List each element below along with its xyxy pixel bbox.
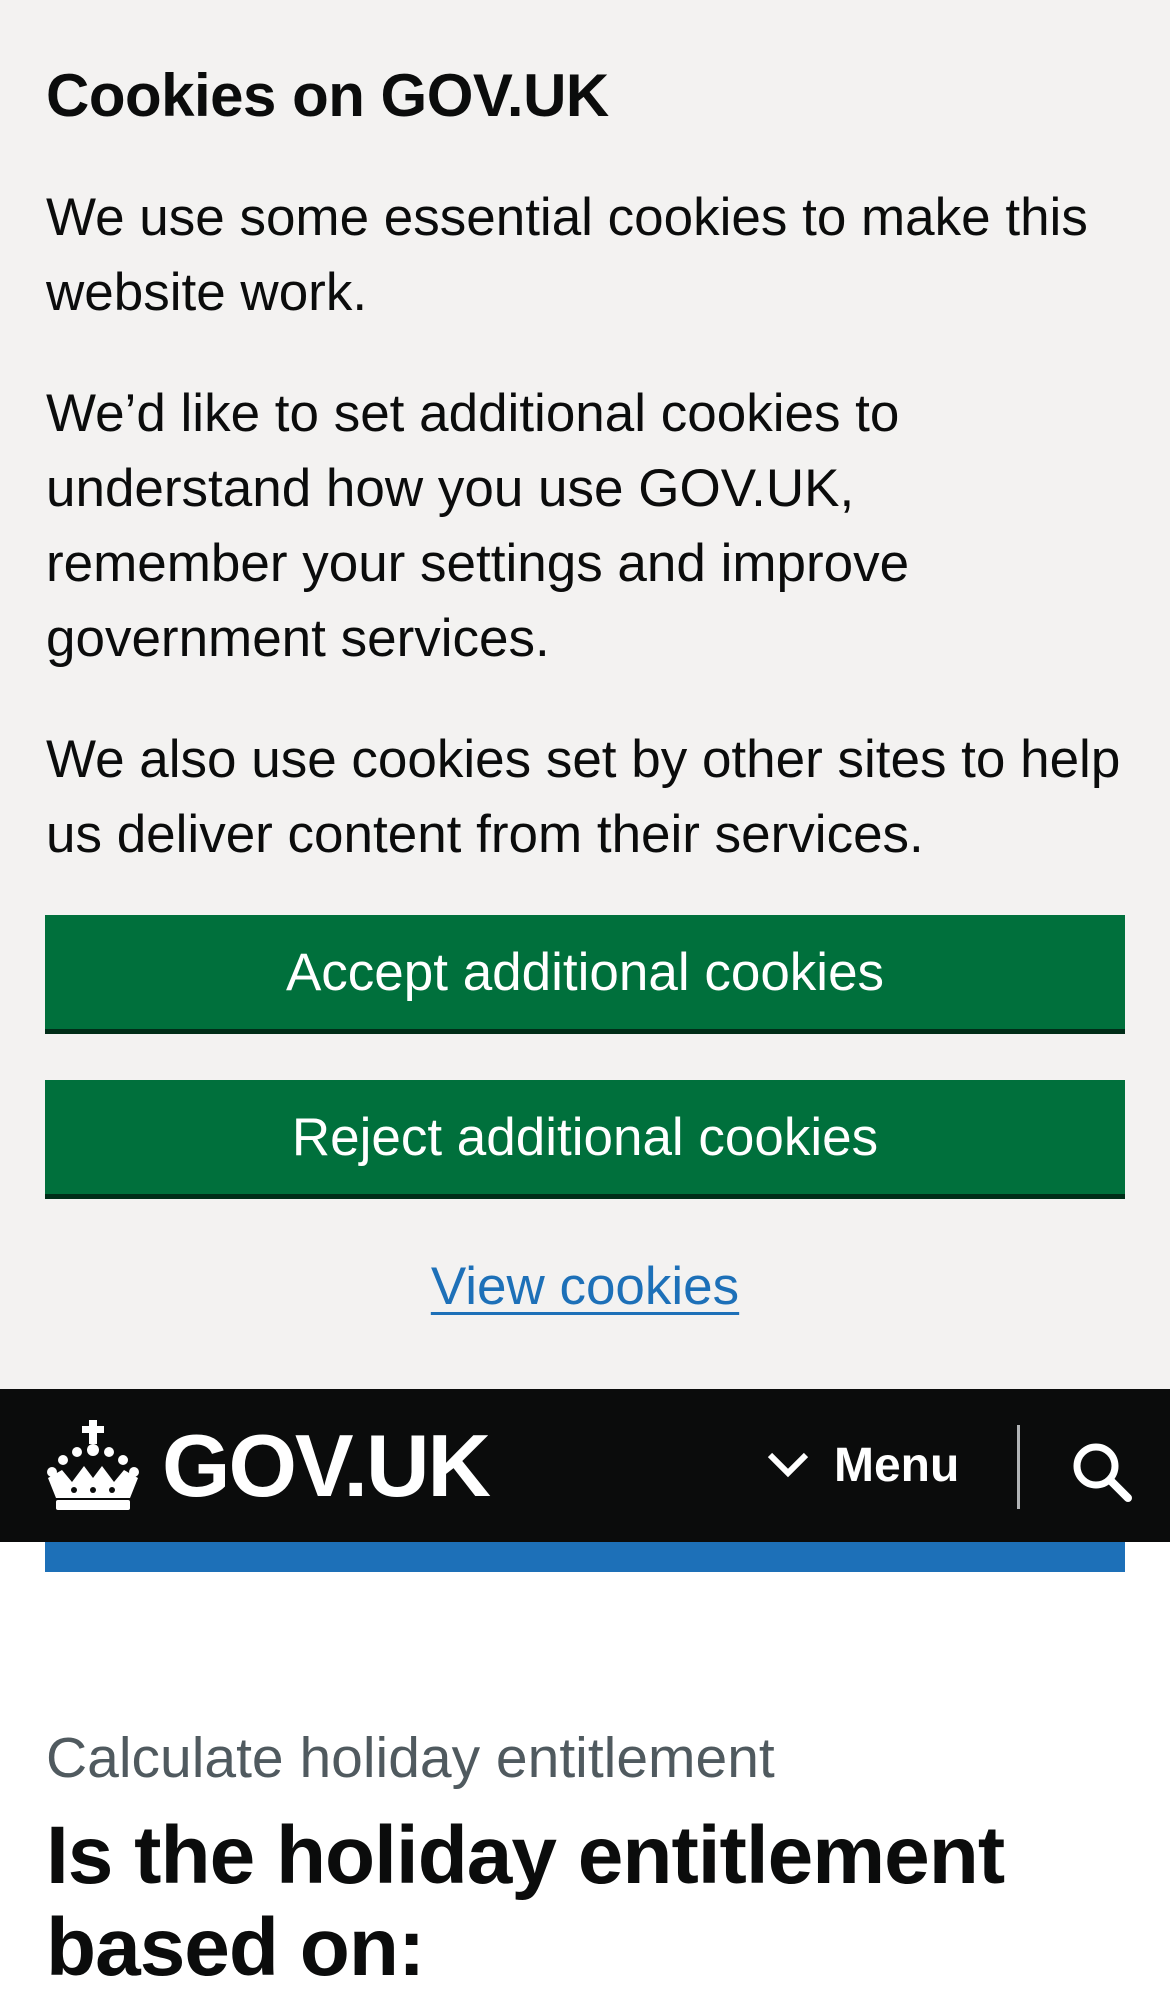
logo-text: GOV.UK xyxy=(162,1416,491,1515)
page-title: Is the holiday entitlement based on: xyxy=(46,1810,1005,1993)
cookie-essential-text: We use some essential cookies to make th… xyxy=(46,188,1088,322)
reject-cookies-button[interactable]: Reject additional cookies xyxy=(45,1080,1125,1194)
search-icon xyxy=(1073,1443,1132,1502)
govuk-logo-link[interactable]: GOV.UK xyxy=(44,1411,491,1521)
site-header: GOV.UK Menu xyxy=(0,1389,1170,1542)
cookie-banner: Cookies on GOV.UK We use some essential … xyxy=(0,0,1170,1389)
menu-label: Menu xyxy=(834,1438,960,1492)
view-cookies-link[interactable]: View cookies xyxy=(431,1257,739,1316)
cookie-banner-title: Cookies on GOV.UK xyxy=(46,62,609,129)
header-divider xyxy=(1017,1425,1020,1509)
chevron-down-icon xyxy=(767,1452,809,1478)
search-button[interactable] xyxy=(1060,1425,1144,1509)
view-cookies-container: View cookies xyxy=(0,1252,1170,1322)
crown-icon xyxy=(47,1420,139,1510)
header-accent-bar xyxy=(45,1542,1125,1572)
page-caption: Calculate holiday entitlement xyxy=(46,1726,775,1790)
menu-button[interactable]: Menu xyxy=(766,1425,959,1505)
cookie-third-party-text: We also use cookies set by other sites t… xyxy=(46,730,1121,864)
cookie-additional-text: We’d like to set additional cookies to u… xyxy=(46,384,910,668)
accept-cookies-button[interactable]: Accept additional cookies xyxy=(45,915,1125,1029)
